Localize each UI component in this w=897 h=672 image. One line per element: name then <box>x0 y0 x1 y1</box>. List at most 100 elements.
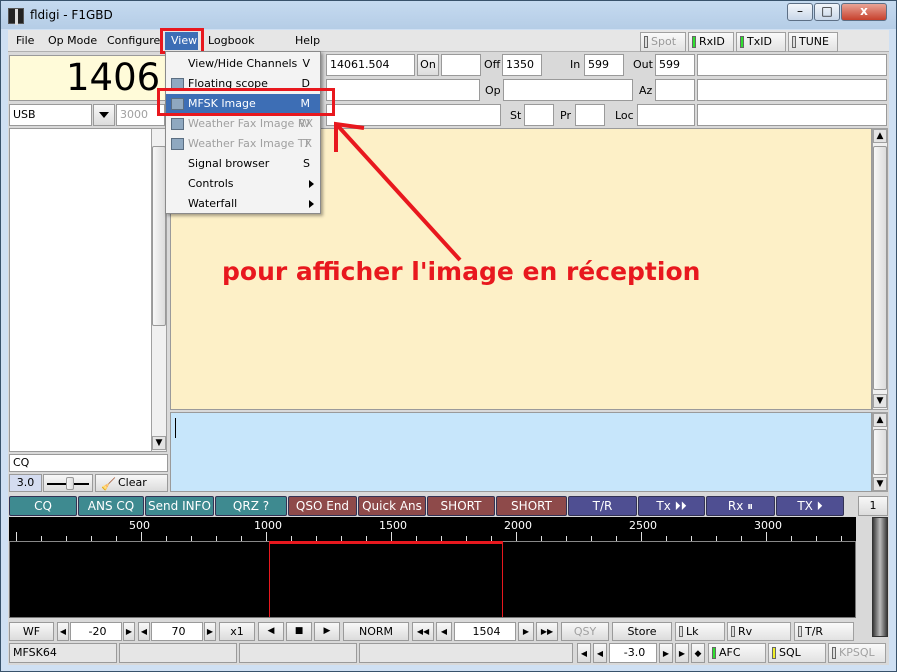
view-menu-item[interactable]: Waterfall <box>166 194 320 214</box>
scroll-down-icon[interactable]: ▼ <box>873 394 887 408</box>
qso-frequency-field[interactable]: 14061.504 <box>326 54 415 76</box>
range-increase-icon[interactable]: ▶ <box>204 622 216 641</box>
country-field[interactable] <box>697 104 887 126</box>
updown-icon[interactable]: ◆ <box>691 643 705 663</box>
carrier-frequency-field[interactable]: 1504 <box>454 622 516 641</box>
operator-field[interactable] <box>503 79 633 101</box>
carrier-fast-down-icon[interactable]: ◀◀ <box>412 622 434 641</box>
azimuth-field[interactable] <box>655 79 695 101</box>
tx-scroll-thumb[interactable] <box>873 429 887 475</box>
wf-mode-button[interactable]: WF <box>9 622 54 641</box>
menu-opmode[interactable]: Op Mode <box>48 34 97 47</box>
view-menu-item[interactable]: View/Hide Channels V <box>166 54 320 74</box>
macro-button[interactable]: Send INFO <box>145 496 214 516</box>
locator-field[interactable] <box>637 104 695 126</box>
extra-field[interactable] <box>697 54 887 76</box>
ref-decrease-icon[interactable]: ◀ <box>57 622 69 641</box>
maximize-button[interactable]: □ <box>814 3 840 21</box>
mode-dropdown-button[interactable] <box>93 104 115 126</box>
afc-up-icon[interactable]: ▶ <box>659 643 673 663</box>
afc-offset-field[interactable]: -3.0 <box>609 643 657 663</box>
close-button[interactable]: x <box>841 3 887 21</box>
view-menu-item-label: Weather Fax Image TX <box>188 137 313 150</box>
range-decrease-icon[interactable]: ◀ <box>138 622 150 641</box>
channel-list-scroll-thumb[interactable] <box>152 146 166 326</box>
range-field[interactable]: 70 <box>151 622 203 641</box>
reverse-toggle[interactable]: Rv <box>727 622 791 641</box>
transmit-text-pane[interactable] <box>170 412 872 492</box>
spot-indicator[interactable]: Spot <box>640 32 686 52</box>
signal-level-slider[interactable] <box>872 517 888 637</box>
rst-in-field[interactable]: 599 <box>584 54 624 76</box>
carrier-fast-up-icon[interactable]: ▶▶ <box>536 622 558 641</box>
afc-fast-down-icon[interactable]: ◀ <box>577 643 591 663</box>
txid-indicator[interactable]: TxID <box>736 32 786 52</box>
clear-button[interactable]: 🧹 Clear <box>95 474 168 492</box>
afc-down-icon[interactable]: ◀ <box>593 643 607 663</box>
state-field[interactable] <box>524 104 554 126</box>
macro-button[interactable]: QRZ ? <box>215 496 287 516</box>
call-field[interactable] <box>326 79 480 101</box>
notes-field[interactable] <box>697 79 887 101</box>
scroll-up-icon[interactable]: ▲ <box>873 129 887 143</box>
submenu-arrow-icon <box>309 180 314 188</box>
tr-toggle[interactable]: T/R <box>794 622 854 641</box>
rst-out-field[interactable]: 599 <box>655 54 695 76</box>
rx-scroll-thumb[interactable] <box>873 146 887 390</box>
view-menu-item-label: Controls <box>188 177 234 190</box>
rxid-indicator[interactable]: RxID <box>688 32 734 52</box>
sql-led-icon <box>772 647 776 659</box>
scale-label: 3000 <box>754 519 782 532</box>
mode-select[interactable]: USB <box>9 104 92 126</box>
kpsql-toggle[interactable]: KPSQL <box>828 643 886 663</box>
mode-status[interactable]: MFSK64 <box>9 643 117 663</box>
scroll-down-icon[interactable]: ▼ <box>152 436 166 450</box>
channel-list[interactable] <box>9 128 166 452</box>
macro-button[interactable]: ANS CQ <box>78 496 144 516</box>
zoom-button[interactable]: x1 <box>219 622 255 641</box>
rxid-led-icon <box>692 36 696 48</box>
carrier-down-icon[interactable]: ◀ <box>436 622 452 641</box>
afc-fast-up-icon[interactable]: ▶ <box>675 643 689 663</box>
afc-toggle[interactable]: AFC <box>708 643 766 663</box>
on-time-field[interactable] <box>441 54 481 76</box>
sql-toggle[interactable]: SQL <box>768 643 826 663</box>
qsy-button[interactable]: QSY <box>561 622 609 641</box>
macro-button[interactable]: Quick Ans <box>358 496 426 516</box>
carrier-up-icon[interactable]: ▶ <box>518 622 534 641</box>
menu-file[interactable]: File <box>16 34 34 47</box>
store-button[interactable]: Store <box>612 622 672 641</box>
on-time-button[interactable]: On <box>417 54 439 76</box>
view-menu-item-label: View/Hide Channels <box>188 57 298 70</box>
slower-icon[interactable]: ◀ <box>258 622 284 641</box>
macro-button[interactable]: SHORT END <box>496 496 567 531</box>
lock-toggle[interactable]: Lk <box>675 622 725 641</box>
slider-thumb[interactable] <box>66 477 74 490</box>
macro-button[interactable]: QSO End <box>288 496 357 516</box>
faster-icon[interactable]: ▶ <box>314 622 340 641</box>
menu-configure[interactable]: Configure <box>107 34 160 47</box>
macro-button[interactable]: TX ⏵ <box>776 496 844 516</box>
macro-button[interactable]: SHORT ANS <box>427 496 495 531</box>
macro-button[interactable]: T/R <box>568 496 637 516</box>
menu-help[interactable]: Help <box>295 34 320 47</box>
scroll-up-icon[interactable]: ▲ <box>873 413 887 427</box>
province-field[interactable] <box>575 104 605 126</box>
squelch-slider[interactable] <box>43 474 93 492</box>
scroll-down-icon[interactable]: ▼ <box>873 477 887 491</box>
view-menu-item[interactable]: Signal browser S <box>166 154 320 174</box>
macro-button[interactable]: Tx ⏵⏵ <box>638 496 705 516</box>
wf-speed-button[interactable]: NORM <box>343 622 409 641</box>
macro-button[interactable]: CQ <box>9 496 77 516</box>
macro-page-button[interactable]: 1 <box>858 496 888 516</box>
cq-search-field[interactable]: CQ <box>9 454 168 472</box>
ref-increase-icon[interactable]: ▶ <box>123 622 135 641</box>
menu-logbook[interactable]: Logbook <box>208 34 254 47</box>
view-menu-item[interactable]: Controls <box>166 174 320 194</box>
macro-button[interactable]: Rx ⏸ <box>706 496 775 516</box>
minimize-button[interactable]: – <box>787 3 813 21</box>
off-time-field[interactable]: 1350 <box>502 54 542 76</box>
tune-indicator[interactable]: TUNE <box>788 32 838 52</box>
ref-level-field[interactable]: -20 <box>70 622 122 641</box>
stop-icon[interactable]: ■ <box>286 622 312 641</box>
